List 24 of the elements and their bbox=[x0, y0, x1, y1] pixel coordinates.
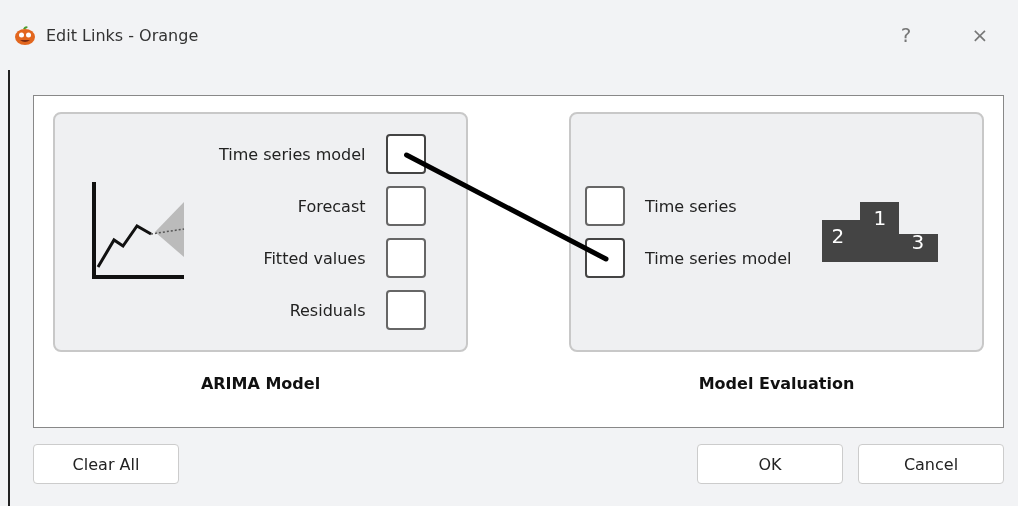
close-button[interactable]: × bbox=[960, 23, 1000, 47]
podium-rank: 1 bbox=[873, 206, 887, 230]
dialog-button[interactable]: Clear All bbox=[33, 444, 179, 484]
dialog-button[interactable]: OK bbox=[697, 444, 843, 484]
channel-label: Forecast bbox=[297, 196, 366, 216]
channel-label: Time series model bbox=[219, 144, 366, 164]
help-button[interactable]: ? bbox=[886, 23, 926, 47]
channel-checkbox[interactable] bbox=[385, 186, 426, 226]
dialog-button[interactable]: Cancel bbox=[858, 444, 1004, 484]
podium-rank: 3 bbox=[911, 230, 925, 254]
channel-checkbox[interactable] bbox=[585, 186, 625, 226]
channel-label: Time series model bbox=[645, 248, 792, 268]
channel-checkbox[interactable] bbox=[385, 238, 426, 278]
channel-label: Residuals bbox=[289, 300, 366, 320]
channel-label: Time series bbox=[645, 196, 737, 216]
widget-title: Model Evaluation bbox=[698, 374, 855, 393]
channel-checkbox[interactable] bbox=[385, 290, 426, 330]
channel-checkbox[interactable] bbox=[585, 238, 625, 278]
podium-rank: 2 bbox=[831, 224, 845, 248]
channel-checkbox[interactable] bbox=[385, 134, 426, 174]
fruit-face-icon bbox=[14, 24, 36, 46]
widget-title: ARIMA Model bbox=[200, 374, 321, 393]
channel-label: Fitted values bbox=[263, 248, 366, 268]
window-title: Edit Links - Orange bbox=[46, 25, 200, 45]
